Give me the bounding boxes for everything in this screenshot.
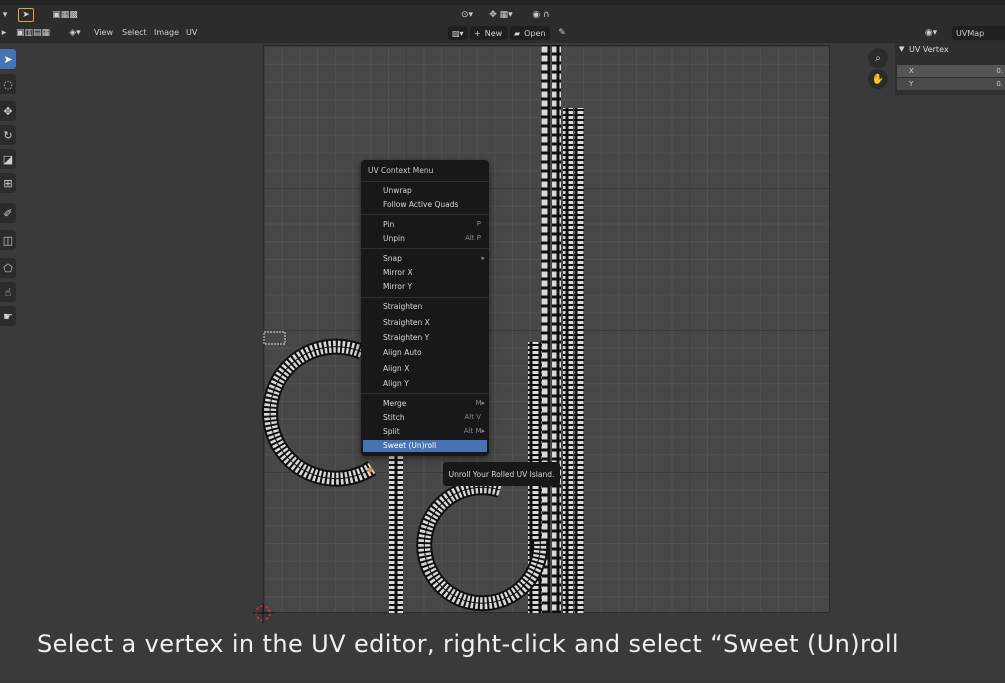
uv-x-field[interactable]: X 0.: [897, 65, 1005, 77]
menu-shortcut-split: Alt M▸: [463, 427, 485, 435]
menu-item-split[interactable]: Split: [383, 427, 400, 436]
menu-item-snap[interactable]: Snap: [383, 254, 402, 263]
menu-item-pin[interactable]: Pin: [383, 220, 394, 229]
uv-x-label: X: [909, 67, 914, 75]
menu-shortcut-merge: M▸: [475, 399, 485, 407]
vertical-strip-d[interactable]: [389, 456, 403, 613]
panel-title: UV Vertex: [909, 45, 949, 54]
menu-shortcut-pin: P: [476, 220, 481, 228]
menu-item-mirror-x[interactable]: Mirror X: [383, 268, 413, 277]
menu-item-straighten[interactable]: Straighten: [383, 302, 422, 311]
menu-item-straighten-y[interactable]: Straighten Y: [383, 333, 429, 342]
vertical-strip-a[interactable]: [541, 45, 561, 613]
menu-item-unwrap[interactable]: Unwrap: [383, 186, 412, 195]
uv-islands[interactable]: [0, 0, 1005, 683]
menu-item-straighten-x[interactable]: Straighten X: [383, 318, 430, 327]
menu-item-align-auto[interactable]: Align Auto: [383, 348, 422, 357]
vertical-strip-b[interactable]: [563, 108, 584, 613]
pan-hand-icon[interactable]: ✋: [868, 69, 888, 89]
tutorial-caption: Select a vertex in the UV editor, right-…: [37, 630, 900, 658]
2d-cursor-icon[interactable]: [253, 603, 273, 623]
ring-island-left[interactable]: [262, 338, 377, 487]
uv-y-field[interactable]: Y 0.: [897, 78, 1005, 90]
tooltip-text: Unroll Your Rolled UV Island.: [448, 469, 555, 479]
context-menu-title: UV Context Menu: [368, 166, 434, 175]
uv-x-value: 0.: [996, 67, 1003, 75]
menu-item-follow-active-quads[interactable]: Follow Active Quads: [383, 200, 458, 209]
uv-y-label: Y: [909, 80, 914, 88]
menu-item-align-x[interactable]: Align X: [383, 364, 409, 373]
submenu-arrow-icon: ▸: [481, 254, 485, 262]
panel-collapse-icon[interactable]: ▼: [899, 45, 904, 53]
selected-vertex[interactable]: [367, 467, 373, 473]
menu-item-stitch[interactable]: Stitch: [383, 413, 405, 422]
menu-item-sweet-unroll[interactable]: Sweet (Un)roll: [383, 441, 436, 450]
ring-island-bottom[interactable]: [416, 479, 549, 612]
zoom-icon[interactable]: ⌕: [868, 48, 888, 68]
menu-separator: [361, 393, 489, 394]
uv-y-value: 0.: [996, 80, 1003, 88]
menu-separator: [361, 214, 489, 215]
menu-shortcut-unpin: Alt P: [465, 234, 481, 242]
small-uv-island[interactable]: [263, 331, 286, 345]
uv-vertex-panel: ▼ UV Vertex X 0. Y 0.: [895, 43, 1005, 95]
menu-separator: [361, 297, 489, 298]
tooltip: Unroll Your Rolled UV Island.: [443, 462, 560, 486]
menu-shortcut-stitch: Alt V: [464, 413, 482, 421]
menu-separator: [361, 181, 489, 182]
menu-item-mirror-y[interactable]: Mirror Y: [383, 282, 412, 291]
menu-item-merge[interactable]: Merge: [383, 399, 406, 408]
uv-context-menu: UV Context Menu Unwrap Follow Active Qua…: [361, 160, 489, 456]
menu-item-unpin[interactable]: Unpin: [383, 234, 405, 243]
menu-item-align-y[interactable]: Align Y: [383, 379, 409, 388]
menu-separator: [361, 248, 489, 249]
